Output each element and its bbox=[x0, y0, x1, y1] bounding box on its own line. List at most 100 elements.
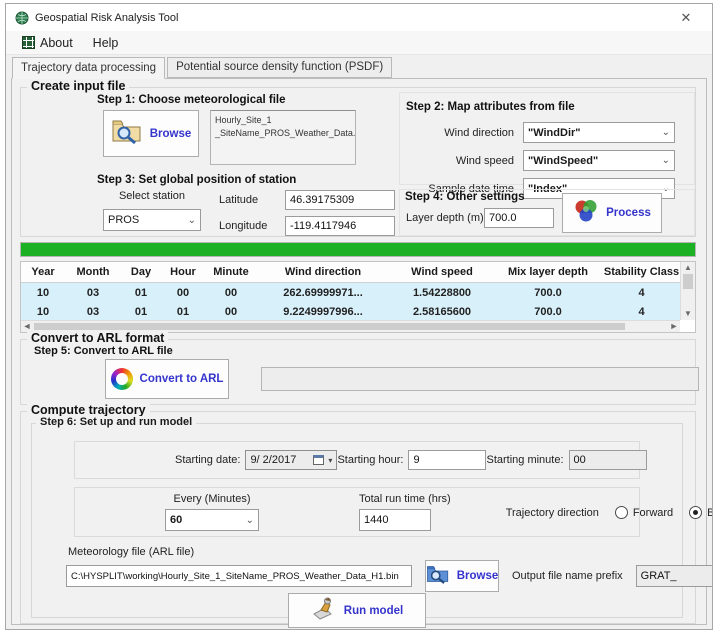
start-time-panel: Starting date: 9/ 2/2017 ▾ Starting hour… bbox=[74, 441, 640, 479]
wind-speed-label: Wind speed bbox=[406, 155, 514, 167]
scroll-down-icon[interactable]: ▼ bbox=[681, 309, 695, 319]
col-wind-direction: Wind direction bbox=[257, 262, 389, 282]
chevron-down-icon: ▾ bbox=[328, 456, 332, 465]
output-prefix-label: Output file name prefix bbox=[512, 570, 623, 582]
step6-panel: Step 6: Set up and run model Starting da… bbox=[31, 423, 683, 618]
process-icon bbox=[573, 198, 599, 229]
col-month: Month bbox=[65, 262, 121, 282]
wind-direction-select[interactable]: "WindDir" ⌄ bbox=[523, 122, 675, 143]
longitude-label: Longitude bbox=[219, 220, 277, 232]
browse-arl-file-button[interactable]: Browse bbox=[425, 560, 499, 592]
vertical-scroll-thumb[interactable] bbox=[683, 274, 693, 289]
col-wind-speed: Wind speed bbox=[389, 262, 495, 282]
folder-search-icon bbox=[111, 118, 143, 149]
group-create-title: Create input file bbox=[27, 79, 129, 93]
every-minutes-select[interactable]: 60 ⌄ bbox=[165, 509, 259, 531]
step5-title: Step 5: Convert to ARL file bbox=[34, 345, 173, 357]
table-row[interactable]: 10 03 01 00 00 262.69999971... 1.5422880… bbox=[21, 283, 680, 302]
step2-title: Step 2: Map attributes from file bbox=[406, 101, 575, 113]
cell: 00 bbox=[205, 283, 257, 302]
menu-item-about[interactable]: About bbox=[13, 34, 82, 52]
about-icon bbox=[22, 36, 35, 49]
step4-title: Step 4: Other settings bbox=[405, 191, 525, 203]
table-row[interactable]: 10 03 01 01 00 9.2249997996... 2.5816560… bbox=[21, 302, 680, 321]
wind-direction-value: "WindDir" bbox=[528, 127, 659, 139]
cell: 01 bbox=[121, 283, 161, 302]
app-window: Geospatial Risk Analysis Tool ✕ About He… bbox=[5, 3, 713, 630]
col-day: Day bbox=[121, 262, 161, 282]
layer-depth-field[interactable] bbox=[484, 208, 554, 228]
convert-progress-bar bbox=[261, 367, 699, 391]
cell: 4 bbox=[601, 283, 682, 302]
window-title: Geospatial Risk Analysis Tool bbox=[35, 12, 669, 24]
step6-title: Step 6: Set up and run model bbox=[36, 416, 196, 428]
starting-minute-field[interactable] bbox=[569, 450, 647, 470]
group-compute-title: Compute trajectory bbox=[27, 403, 150, 417]
total-run-time-label: Total run time (hrs) bbox=[359, 493, 451, 505]
col-year: Year bbox=[21, 262, 65, 282]
table-header-row: Year Month Day Hour Minute Wind directio… bbox=[21, 262, 680, 283]
forward-label: Forward bbox=[633, 507, 673, 519]
wind-speed-value: "WindSpeed" bbox=[528, 155, 659, 167]
backward-label: Backward bbox=[707, 507, 713, 519]
close-icon[interactable]: ✕ bbox=[669, 10, 703, 26]
browse-meteorological-file-button[interactable]: Browse bbox=[103, 110, 199, 157]
convert-to-arl-button[interactable]: Convert to ARL bbox=[105, 359, 229, 399]
total-run-time-field[interactable] bbox=[359, 509, 431, 531]
radio-forward[interactable]: Forward bbox=[615, 506, 673, 519]
cell: 10 bbox=[21, 302, 65, 321]
process-button-label: Process bbox=[606, 207, 651, 219]
run-model-label: Run model bbox=[344, 605, 403, 617]
cell: 00 bbox=[161, 283, 205, 302]
trajectory-direction-label: Trajectory direction bbox=[506, 507, 599, 519]
starting-date-label: Starting date: bbox=[175, 454, 240, 466]
wind-speed-select[interactable]: "WindSpeed" ⌄ bbox=[523, 150, 675, 171]
run-model-button[interactable]: Run model bbox=[288, 593, 426, 628]
starting-date-picker[interactable]: 9/ 2/2017 ▾ bbox=[245, 450, 337, 470]
every-minutes-value: 60 bbox=[170, 514, 243, 526]
tab-trajectory-data-processing[interactable]: Trajectory data processing bbox=[12, 57, 165, 79]
cell: 03 bbox=[65, 302, 121, 321]
process-button[interactable]: Process bbox=[562, 193, 662, 233]
latitude-label: Latitude bbox=[219, 194, 277, 206]
step2-panel: Step 2: Map attributes from file Wind di… bbox=[399, 92, 695, 185]
cell: 01 bbox=[161, 302, 205, 321]
convert-button-label: Convert to ARL bbox=[140, 373, 224, 385]
radio-forward-dot bbox=[615, 506, 628, 519]
menu-bar: About Help bbox=[6, 31, 712, 55]
col-stability-class: Stability Class bbox=[601, 262, 682, 282]
cell: 10 bbox=[21, 283, 65, 302]
color-wheel-icon bbox=[111, 368, 133, 390]
step4-panel: Step 4: Other settings Layer depth (m) P… bbox=[399, 189, 695, 236]
starting-hour-field[interactable] bbox=[408, 450, 486, 470]
group-convert-to-arl: Convert to ARL format Step 5: Convert to… bbox=[20, 339, 696, 405]
starting-minute-label: Starting minute: bbox=[486, 454, 563, 466]
vertical-scrollbar[interactable]: ▲ ▼ bbox=[680, 262, 695, 320]
scroll-up-icon[interactable]: ▲ bbox=[681, 263, 695, 273]
meteorology-file-label: Meteorology file (ARL file) bbox=[68, 546, 194, 558]
every-minutes-label: Every (Minutes) bbox=[165, 493, 259, 505]
tab-psdf[interactable]: Potential source density function (PSDF) bbox=[167, 57, 392, 78]
menu-item-help[interactable]: Help bbox=[84, 34, 128, 52]
cell: 00 bbox=[205, 302, 257, 321]
output-prefix-field[interactable] bbox=[636, 565, 713, 587]
run-model-icon bbox=[311, 596, 337, 625]
cell: 1.54228800 bbox=[389, 283, 495, 302]
latitude-field[interactable] bbox=[285, 190, 395, 210]
process-progress-bar bbox=[20, 242, 696, 257]
cell: 2.58165600 bbox=[389, 302, 495, 321]
meteorology-file-field[interactable] bbox=[66, 565, 412, 587]
horizontal-scroll-thumb[interactable] bbox=[34, 323, 625, 330]
cell: 700.0 bbox=[495, 283, 601, 302]
folder-search-icon bbox=[426, 564, 450, 589]
layer-depth-label: Layer depth (m) bbox=[406, 212, 484, 224]
cell: 03 bbox=[65, 283, 121, 302]
longitude-field[interactable] bbox=[285, 216, 395, 236]
weather-data-table: Year Month Day Hour Minute Wind directio… bbox=[20, 261, 696, 333]
step1-title: Step 1: Choose meteorological file bbox=[97, 94, 286, 106]
radio-backward[interactable]: Backward bbox=[689, 506, 713, 519]
tab-strip: Trajectory data processing Potential sou… bbox=[6, 55, 712, 78]
scroll-right-icon[interactable]: ► bbox=[668, 321, 680, 332]
station-select[interactable]: PROS ⌄ bbox=[103, 209, 201, 231]
step3-title: Step 3: Set global position of station bbox=[97, 174, 296, 186]
